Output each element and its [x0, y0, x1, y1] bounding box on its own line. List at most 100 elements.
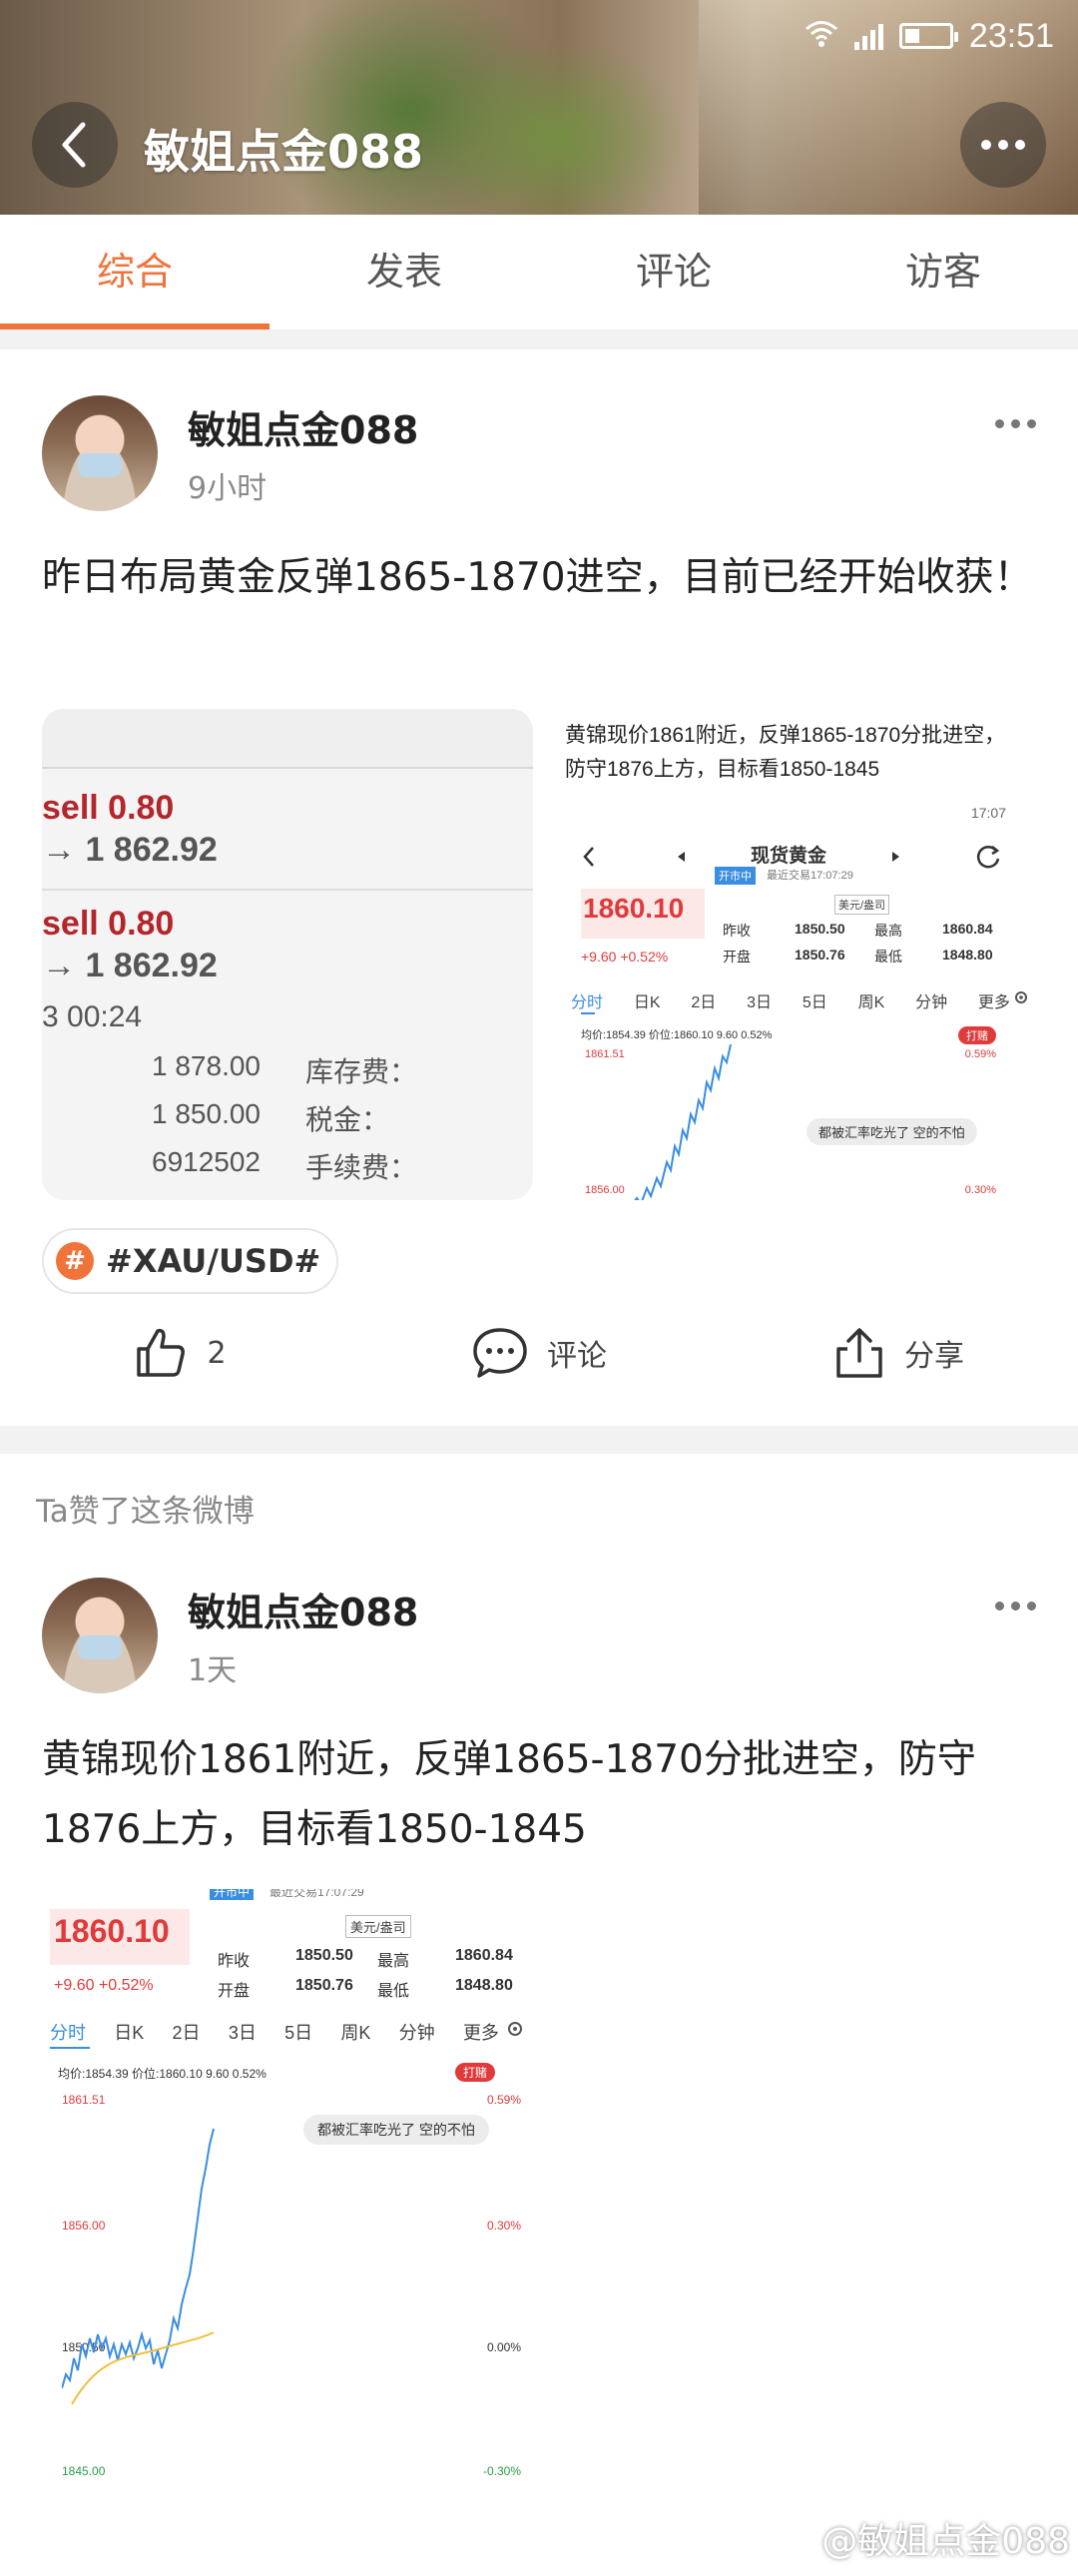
- period-tab[interactable]: 周K: [858, 988, 885, 1012]
- period-tab[interactable]: 周K: [340, 2019, 370, 2045]
- price-change: +9.60 +0.52%: [54, 1977, 154, 1994]
- period-tab[interactable]: 日K: [634, 988, 661, 1012]
- status-bar: 23:51: [805, 14, 1054, 58]
- axis-pct-mid: 0.30%: [964, 1184, 996, 1196]
- tab-overview[interactable]: 综合: [0, 215, 270, 329]
- period-tab[interactable]: 分钟: [915, 988, 947, 1012]
- trade-detail-label: 税金：: [305, 1104, 390, 1135]
- post-time: 9小时: [188, 471, 268, 506]
- comment-bubble-icon: [473, 1328, 527, 1378]
- axis-pct-top: 0.59%: [964, 1048, 996, 1060]
- high-label: 最高: [874, 923, 902, 939]
- tab-posts[interactable]: 发表: [270, 215, 539, 329]
- post-author[interactable]: 敏姐点金088: [188, 1582, 418, 1636]
- post-time: 1天: [188, 1653, 238, 1688]
- low-label: 最低: [874, 949, 902, 965]
- hashtag-icon: #: [56, 1242, 94, 1280]
- prev-arrow-icon[interactable]: [677, 851, 687, 863]
- period-tab[interactable]: 5日: [284, 2019, 312, 2045]
- post-more-button[interactable]: [995, 1602, 1036, 1610]
- settings-gear-icon[interactable]: [1012, 988, 1030, 1006]
- post-author[interactable]: 敏姐点金088: [188, 399, 418, 454]
- chevron-left-icon: [62, 122, 86, 168]
- back-button[interactable]: [32, 102, 118, 188]
- trade-price: → 1 862.92: [42, 831, 218, 869]
- trade-detail-value: 1 850.00: [152, 1098, 261, 1129]
- post-text: 黄锦现价1861附近，反弹1865-1870分批进空，防守1876上方，目标看1…: [42, 1737, 976, 1852]
- axis-price-top: 1861.51: [585, 1048, 625, 1060]
- topic-hashtag[interactable]: # #XAU/USD#: [42, 1228, 339, 1294]
- open-value: 1850.76: [795, 947, 845, 963]
- low-value: 1848.80: [942, 947, 993, 963]
- quote-caption: 黄锦现价1861附近，反弹1865-1870分批进空，防守1876上方，目标看1…: [565, 724, 1006, 781]
- trade-timestamp: 3 00:24: [42, 1000, 143, 1033]
- post-card: 敏姐点金088 9小时 昨日布局黄金反弹1865-1870进空，目前已经开始收获…: [0, 349, 1078, 1426]
- axis-pct: 0.30%: [486, 2219, 521, 2233]
- period-tab[interactable]: 分钟: [399, 2019, 435, 2045]
- high-value: 1860.84: [455, 1947, 513, 1964]
- period-tab[interactable]: 3日: [747, 988, 772, 1012]
- period-tab[interactable]: 5日: [803, 988, 827, 1012]
- watermark-text: @敏姐点金088: [821, 2521, 1070, 2562]
- battery-icon: [898, 23, 958, 49]
- bet-toggle[interactable]: 打赌: [455, 2063, 496, 2082]
- period-tab[interactable]: 3日: [229, 2019, 257, 2045]
- high-value: 1860.84: [942, 921, 993, 937]
- more-options-button[interactable]: [960, 102, 1046, 188]
- share-icon: [836, 1328, 882, 1378]
- post-text: 昨日布局黄金反弹1865-1870进空，目前已经开始收获！: [42, 555, 1033, 600]
- period-tab[interactable]: 更多: [978, 988, 1010, 1012]
- axis-price: 1845.00: [62, 2464, 106, 2478]
- profile-tabs: 综合 发表 评论 访客: [0, 215, 1078, 329]
- section-divider: [0, 329, 1078, 349]
- avatar[interactable]: [42, 395, 158, 511]
- profile-header: 23:51 敏姐点金088: [0, 0, 1078, 215]
- trade-order: sell 0.80: [42, 905, 175, 943]
- period-tab[interactable]: 分时: [50, 2019, 86, 2045]
- period-tab[interactable]: 2日: [173, 2019, 201, 2045]
- quote-title: 现货黄金: [751, 846, 827, 867]
- post-more-button[interactable]: [995, 419, 1036, 428]
- comment-label: 评论: [547, 1339, 607, 1374]
- price-line: [62, 2128, 215, 2405]
- unit-selector[interactable]: 美元/盎司: [345, 1915, 411, 1938]
- share-button[interactable]: 分享: [719, 1308, 1078, 1398]
- header-background-plant: [429, 40, 689, 215]
- open-value: 1850.76: [295, 1977, 353, 1994]
- tab-comments[interactable]: 评论: [539, 215, 808, 329]
- axis-pct: 0.00%: [486, 2340, 521, 2354]
- quote-screenshot-image[interactable]: 黄锦现价1861附近，反弹1865-1870分批进空，防守1876上方，目标看1…: [545, 709, 1036, 1200]
- refresh-icon[interactable]: [974, 843, 1002, 871]
- period-tab[interactable]: 日K: [114, 2019, 144, 2045]
- period-tab[interactable]: 分时: [571, 988, 603, 1012]
- chevron-left-icon[interactable]: [581, 845, 597, 869]
- last-trade-time: 最近交易17:07:29: [270, 1889, 364, 1899]
- quote-screenshot-image[interactable]: 开市中 最近交易17:07:29 美元/盎司 1860.10 +9.60 +0.…: [42, 1889, 537, 2576]
- next-arrow-icon[interactable]: [890, 851, 900, 863]
- cellular-signal-icon: [853, 22, 883, 50]
- like-button[interactable]: 2: [0, 1308, 359, 1398]
- comment-button[interactable]: 评论: [359, 1308, 719, 1398]
- unit-selector[interactable]: 美元/盎司: [834, 895, 890, 915]
- settings-gear-icon[interactable]: [505, 2019, 525, 2039]
- hashtag-label: #XAU/USD#: [106, 1242, 321, 1280]
- liked-context-label: Ta赞了这条微博: [36, 1494, 255, 1530]
- like-count: 2: [207, 1335, 227, 1371]
- trade-detail-label: 库存费：: [305, 1056, 418, 1087]
- header-title: 敏姐点金088: [144, 125, 424, 179]
- current-price: 1860.10: [54, 1913, 170, 1949]
- divider: [42, 889, 533, 891]
- market-status-badge: 开市中: [210, 1889, 255, 1900]
- period-tabs: 分时 日K 2日 3日 5日 周K 分钟 更多: [571, 988, 1010, 1012]
- trade-screenshot-image[interactable]: sell 0.80 → 1 862.92 sell 0.80 → 1 862.9…: [42, 709, 533, 1200]
- avatar[interactable]: [42, 1578, 158, 1693]
- period-tab[interactable]: 2日: [691, 988, 716, 1012]
- period-tab[interactable]: 更多: [463, 2019, 499, 2045]
- tab-visitors[interactable]: 访客: [808, 215, 1078, 329]
- bet-toggle[interactable]: 打赌: [958, 1026, 996, 1044]
- prev-close-value: 1850.50: [295, 1947, 353, 1964]
- prev-close-label: 昨收: [723, 923, 751, 939]
- comment-bubble: 都被汇率吃光了 空的不怕: [807, 1118, 977, 1145]
- low-label: 最低: [377, 1983, 410, 2000]
- trade-order: sell 0.80: [42, 789, 175, 827]
